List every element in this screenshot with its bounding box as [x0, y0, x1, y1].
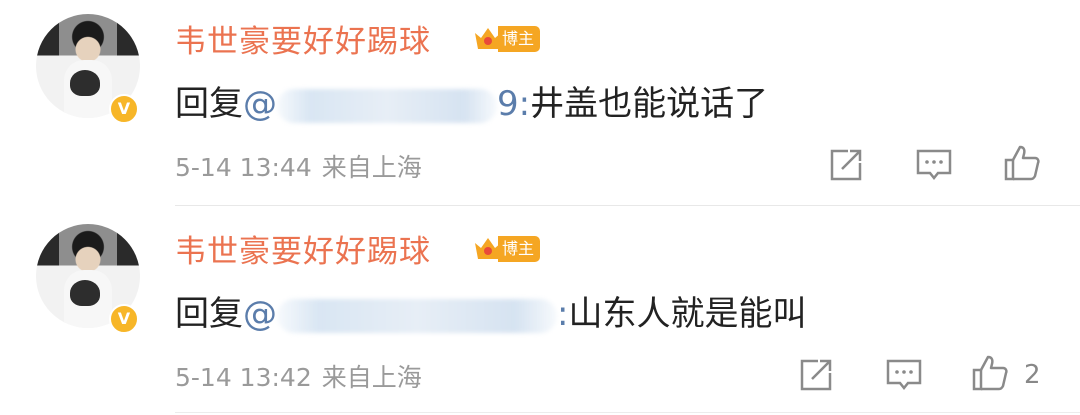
comment-icon[interactable]	[914, 145, 954, 185]
username[interactable]: 韦世豪要好好踢球	[175, 16, 431, 61]
reply-content: 回复@:山东人就是能叫	[175, 286, 806, 335]
share-icon[interactable]	[826, 145, 866, 185]
tag-label: 博主	[498, 236, 541, 262]
comment-item: V 韦世豪要好好踢球 博主 回复@:山东人就是能叫 5-14 13:42 来自上海…	[0, 210, 1080, 415]
at-sign: @	[243, 294, 277, 334]
divider	[175, 205, 1080, 206]
mention-redacted	[277, 298, 557, 333]
mention-link[interactable]: @9:	[243, 84, 530, 124]
divider	[175, 412, 1080, 413]
tag-label: 博主	[498, 26, 541, 52]
reply-prefix: 回复	[175, 294, 243, 334]
mention-suffix: 9:	[497, 84, 531, 124]
blogger-tag: 博主	[472, 234, 541, 264]
mention-redacted	[277, 88, 497, 123]
at-sign: @	[243, 84, 277, 124]
blogger-tag: 博主	[472, 24, 541, 54]
share-icon[interactable]	[796, 355, 836, 395]
comment-item: V 韦世豪要好好踢球 博主 回复@ 9:井盖也能说话了 5-14 13:44 来自上…	[0, 0, 1080, 205]
verified-icon: V	[109, 304, 139, 334]
reply-text: 山东人就是能叫	[568, 294, 807, 334]
reply-content: 回复@ 9:井盖也能说话了	[175, 76, 768, 125]
comment-meta: 5-14 13:42 来自上海	[175, 358, 422, 394]
like-count: 2	[1024, 360, 1041, 390]
like-icon[interactable]	[1002, 143, 1042, 183]
username[interactable]: 韦世豪要好好踢球	[175, 226, 431, 271]
mention-suffix: :	[557, 294, 569, 334]
comment-icon[interactable]	[884, 355, 924, 395]
comment-time: 5-14 13:42	[175, 363, 312, 392]
verified-icon: V	[109, 94, 139, 124]
reply-prefix: 回复	[175, 84, 243, 124]
comment-source: 来自上海	[321, 363, 422, 392]
avatar-dog	[70, 70, 100, 96]
like-icon[interactable]	[970, 353, 1010, 393]
comment-time: 5-14 13:44	[175, 153, 312, 182]
comment-source: 来自上海	[321, 153, 422, 182]
comment-meta: 5-14 13:44 来自上海	[175, 148, 422, 184]
reply-text: 井盖也能说话了	[530, 84, 769, 124]
avatar-dog	[70, 280, 100, 306]
mention-link[interactable]: @:	[243, 294, 568, 334]
